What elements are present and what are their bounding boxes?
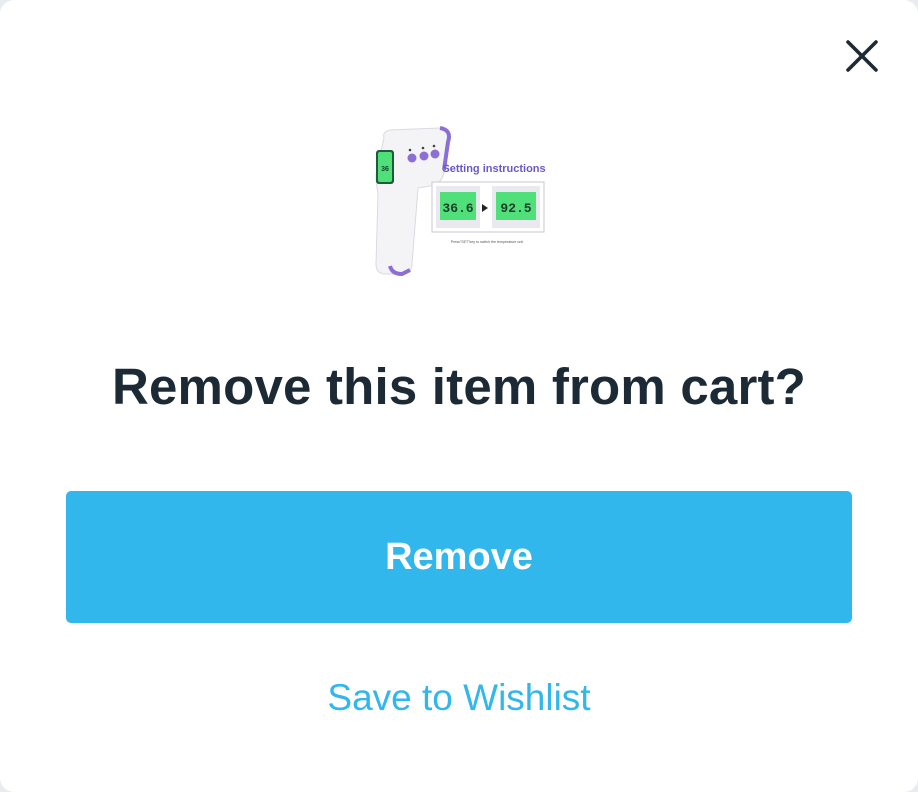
remove-button[interactable]: Remove [66, 491, 852, 623]
product-image-caption: Setting instructions [442, 163, 545, 175]
save-to-wishlist-link[interactable]: Save to Wishlist [0, 674, 918, 722]
reading-fahrenheit: 92.5 [500, 201, 531, 216]
svg-text:36: 36 [381, 166, 389, 173]
product-image-footnote: Press"SET"key to switch the temperature … [451, 240, 523, 244]
reading-celsius: 36.6 [442, 201, 473, 216]
remove-item-dialog: 36 Setting instructions 36.6 92.5 Press"… [0, 0, 918, 792]
dialog-title: Remove this item from cart? [111, 358, 807, 415]
close-button[interactable] [836, 30, 888, 82]
close-icon [846, 40, 878, 72]
product-image-thermometer: 36 Setting instructions 36.6 92.5 Press"… [375, 126, 546, 277]
